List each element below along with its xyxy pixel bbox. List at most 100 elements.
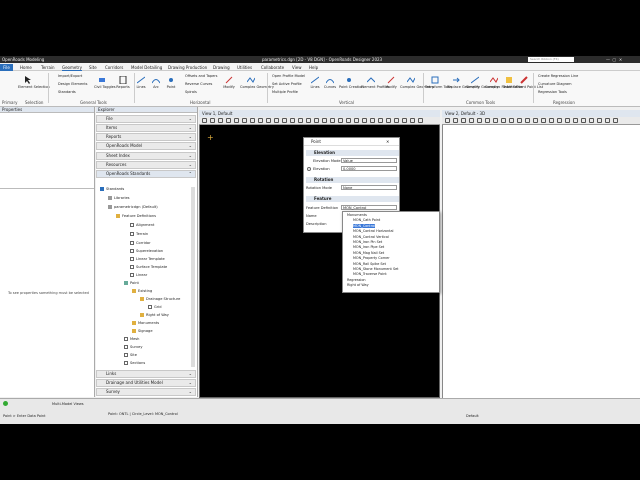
tree-item[interactable]: Survey <box>124 345 143 350</box>
section-feature[interactable]: Feature <box>306 196 399 202</box>
tab-drawing-production[interactable]: Drawing Production <box>168 64 207 71</box>
tree-item[interactable]: Drainage Structure <box>140 297 180 302</box>
open-profile-model-button[interactable]: Open Profile Model <box>272 74 305 78</box>
explorer-section-file[interactable]: File ⌄ <box>96 115 196 123</box>
view-tool-icon[interactable] <box>394 118 399 123</box>
tab-utilities[interactable]: Utilities <box>237 64 252 71</box>
dropdown-item[interactable]: MON_Property Corner <box>353 256 390 260</box>
view-tool-icon[interactable] <box>322 118 327 123</box>
view2-canvas[interactable] <box>442 110 640 398</box>
view-tool-icon[interactable] <box>589 118 594 123</box>
view-tool-icon[interactable] <box>461 118 466 123</box>
tab-help[interactable]: Help <box>309 64 318 71</box>
rotation-mode-select[interactable]: None <box>341 185 397 190</box>
tree-item[interactable]: Terrain <box>130 232 148 237</box>
view-tool-icon[interactable] <box>410 118 415 123</box>
dropdown-item[interactable]: Regression <box>347 278 366 282</box>
explorer-section-openroads-model[interactable]: OpenRoads Model ⌄ <box>96 142 196 150</box>
view-tool-icon[interactable] <box>218 118 223 123</box>
dropdown-item[interactable]: MON_Mag Nail Set <box>353 251 384 255</box>
element-profiles-button[interactable]: Element Profiles <box>361 76 389 89</box>
explorer-section-drainage-utilities[interactable]: Drainage and Utilities Model ⌄ <box>96 379 196 387</box>
tree-item[interactable]: Linear <box>130 273 147 278</box>
explorer-section-items[interactable]: Items ⌄ <box>96 124 196 132</box>
view-tool-icon[interactable] <box>354 118 359 123</box>
tab-corridors[interactable]: Corridors <box>105 64 123 71</box>
tree-item[interactable]: Right of Way <box>140 313 169 318</box>
tree-item[interactable]: Surface Template <box>130 265 167 270</box>
view-tool-icon[interactable] <box>290 118 295 123</box>
elevation-mode-select[interactable]: Value <box>341 158 397 163</box>
view-tool-icon[interactable] <box>493 118 498 123</box>
view-tool-icon[interactable] <box>314 118 319 123</box>
replace-geometry-button[interactable]: Replace Geometry <box>447 76 479 89</box>
lines-button[interactable]: Lines <box>135 76 147 89</box>
tree-item[interactable]: Monuments <box>132 321 159 326</box>
view-tool-icon[interactable] <box>418 118 423 123</box>
tab-file[interactable]: File <box>0 64 13 71</box>
tree-item[interactable]: Libraries <box>108 196 130 201</box>
tree-item[interactable]: Point <box>124 281 139 286</box>
view-tool-icon[interactable] <box>525 118 530 123</box>
elevation-lock-radio[interactable] <box>307 167 311 171</box>
tree-item[interactable]: Alignment <box>130 223 154 228</box>
tab-home[interactable]: Home <box>20 64 32 71</box>
arc-button[interactable]: Arc <box>150 76 162 89</box>
view-tool-icon[interactable] <box>541 118 546 123</box>
vertical-curves-button[interactable]: Curves <box>323 76 337 89</box>
dropdown-item[interactable]: MON_Control Horizontal <box>353 229 393 233</box>
dropdown-item[interactable]: MON_Iron Pipe Set <box>353 245 384 249</box>
view-tool-icon[interactable] <box>378 118 383 123</box>
element-selection-button[interactable]: Element Selection <box>18 76 50 89</box>
view-tool-icon[interactable] <box>549 118 554 123</box>
tree-item[interactable]: Corridor <box>130 241 151 246</box>
vertical-complex-geometry-button[interactable]: Complex Geometry <box>400 76 434 89</box>
view-tool-icon[interactable] <box>234 118 239 123</box>
tree-item[interactable]: Feature Definitions <box>116 214 156 219</box>
view-tool-icon[interactable] <box>282 118 287 123</box>
explorer-scrollbar[interactable] <box>191 187 195 367</box>
tree-item[interactable]: Linear Template <box>130 257 165 262</box>
dropdown-item[interactable]: MON_Stone Monument Set <box>353 267 399 271</box>
view-tool-icon[interactable] <box>453 118 458 123</box>
view-tool-icon[interactable] <box>565 118 570 123</box>
window-controls[interactable]: — ▢ ✕ <box>606 56 622 63</box>
elevation-input[interactable]: 0.0000 <box>341 166 397 171</box>
feature-definition-select[interactable]: MON_Control <box>341 205 397 210</box>
point-button[interactable]: Point <box>165 76 177 89</box>
tree-item[interactable]: Sections <box>124 361 145 366</box>
tab-drawing[interactable]: Drawing <box>213 64 230 71</box>
view-tool-icon[interactable] <box>469 118 474 123</box>
tree-item[interactable]: Grid <box>148 305 162 310</box>
tree-item[interactable]: Standards <box>100 187 124 192</box>
tab-view[interactable]: View <box>292 64 302 71</box>
explorer-section-survey[interactable]: Survey ⌄ <box>96 388 196 396</box>
explorer-section-sheet-index[interactable]: Sheet Index ⌄ <box>96 152 196 160</box>
offsets-tapers-button[interactable]: Offsets and Tapers <box>185 74 218 78</box>
view-tool-icon[interactable] <box>533 118 538 123</box>
view-tool-icon[interactable] <box>274 118 279 123</box>
point-creation-button[interactable]: Point Creation <box>339 76 364 89</box>
standards-button[interactable]: Standards <box>58 90 76 94</box>
view-tool-icon[interactable] <box>306 118 311 123</box>
table-editor-button[interactable]: Table Editor <box>503 76 524 89</box>
view-tool-icon[interactable] <box>258 118 263 123</box>
simplify-geometry-button[interactable]: Simplify Geometry <box>466 76 499 89</box>
regression-tools-button[interactable]: Regression Tools <box>538 90 567 94</box>
view-tool-icon[interactable] <box>330 118 335 123</box>
explorer-section-openroads-standards[interactable]: OpenRoads Standards ⌃ <box>96 170 196 178</box>
view-tool-icon[interactable] <box>210 118 215 123</box>
view-tool-icon[interactable] <box>477 118 482 123</box>
set-active-profile-button[interactable]: Set Active Profile <box>272 82 302 86</box>
tab-model-detailing[interactable]: Model Detailing <box>131 64 162 71</box>
search-ribbon-input[interactable]: Search Ribbon (F4) <box>528 57 574 62</box>
tab-geometry[interactable]: Geometry <box>62 64 82 71</box>
view-tool-icon[interactable] <box>605 118 610 123</box>
view-tool-icon[interactable] <box>573 118 578 123</box>
view-tool-icon[interactable] <box>386 118 391 123</box>
import-export-button[interactable]: Import/Export <box>58 74 82 78</box>
create-regression-line-button[interactable]: Create Regression Line <box>538 74 578 78</box>
reverse-curves-button[interactable]: Reverse Curves <box>185 82 212 86</box>
section-elevation[interactable]: Elevation <box>306 150 399 156</box>
tree-item[interactable]: Existing <box>132 289 152 294</box>
